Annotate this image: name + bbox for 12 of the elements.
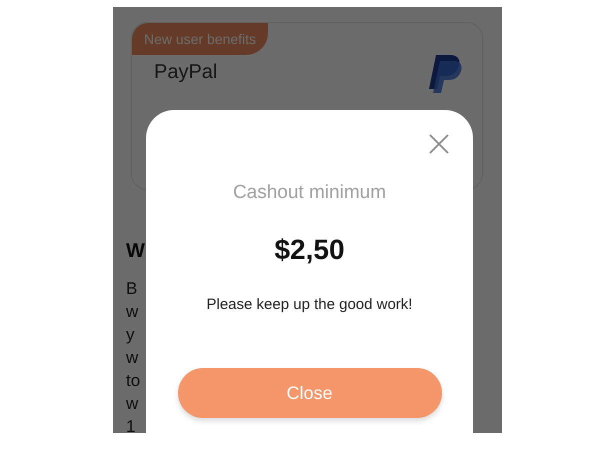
paragraph-line: w: [126, 301, 138, 323]
payment-method-name: PayPal: [154, 60, 218, 84]
paragraph-line: 1: [126, 416, 136, 433]
paragraph-line: w: [126, 347, 138, 369]
paragraph-line: B: [126, 278, 138, 300]
paragraph-line: to: [126, 370, 140, 392]
dialog-message: Please keep up the good work!: [206, 296, 412, 313]
amount: $2,50: [274, 234, 345, 266]
paragraph-line: w: [126, 393, 138, 415]
section-heading: W: [126, 240, 145, 263]
paragraph-line: y: [126, 324, 134, 346]
benefit-badge: New user benefits: [132, 23, 268, 55]
